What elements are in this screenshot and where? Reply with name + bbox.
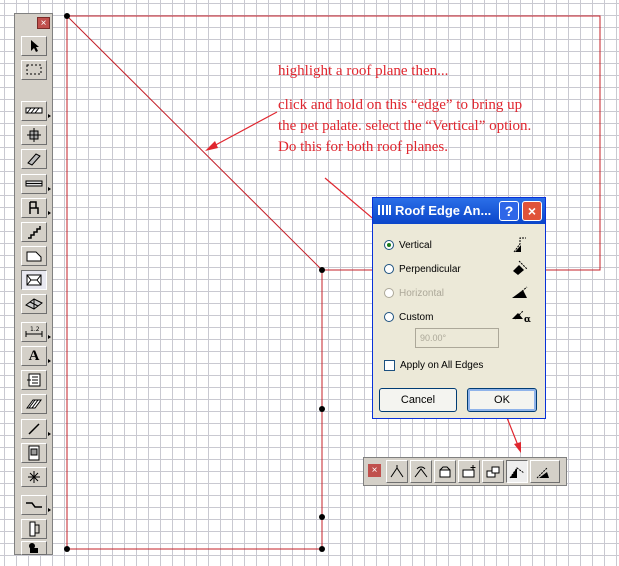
apply-all-edges-checkbox[interactable] <box>384 360 395 371</box>
camera-icon <box>29 543 38 553</box>
window-icon <box>25 180 43 187</box>
dimension-icon: 1.2 <box>25 326 43 337</box>
cancel-button[interactable]: Cancel <box>379 388 457 412</box>
custom-angle-icon: α <box>512 310 531 325</box>
option-perpendicular-label: Perpendicular <box>399 263 461 275</box>
label-tool-button[interactable] <box>21 370 47 390</box>
roof-icon <box>26 274 42 286</box>
roof-node[interactable] <box>319 514 325 520</box>
beam-icon <box>27 153 41 166</box>
door-tool-button[interactable] <box>21 519 47 539</box>
roof-node[interactable] <box>319 406 325 412</box>
polyline-icon <box>26 502 42 508</box>
option-custom-label: Custom <box>399 311 434 323</box>
vertical-edge-icon <box>513 237 526 253</box>
roof-node[interactable] <box>319 267 325 273</box>
line-tool-button[interactable] <box>21 419 51 439</box>
ok-button[interactable]: OK <box>467 388 537 412</box>
door-icon <box>29 521 40 537</box>
pet-curve-icon <box>536 467 549 478</box>
polyline-tool-button[interactable] <box>21 495 51 515</box>
roof-node[interactable] <box>64 13 70 19</box>
pet-rotate-button[interactable] <box>410 460 432 483</box>
slab-icon <box>26 251 42 262</box>
marquee-tool-button[interactable] <box>21 60 47 80</box>
roof-node[interactable] <box>64 546 70 552</box>
hotspot-icon <box>28 471 40 483</box>
object-tool-button[interactable] <box>21 198 51 218</box>
beam-tool-button[interactable] <box>21 149 47 169</box>
mesh-tool-button[interactable] <box>21 294 47 314</box>
annotation-arrow-to-edge <box>205 111 278 151</box>
text-icon: A <box>28 347 40 364</box>
label-icon <box>27 373 41 387</box>
roof-edge-angle-dialog: Roof Edge An... ? × Vertical Perpendicul… <box>372 197 546 419</box>
pet-curve-button[interactable] <box>530 460 560 483</box>
camera-tool-button[interactable] <box>21 541 47 555</box>
toolbox-palette: × 1.2 A <box>14 13 53 555</box>
pet-stretch-button[interactable] <box>386 460 408 483</box>
radio-vertical[interactable] <box>384 240 394 250</box>
pet-edge-angle-icon <box>509 466 525 478</box>
svg-text:1.2: 1.2 <box>30 326 40 333</box>
picture-tool-button[interactable] <box>21 443 47 463</box>
option-horizontal: Horizontal <box>384 285 444 301</box>
pet-edge-angle-button[interactable] <box>506 460 528 483</box>
wall-tool-button[interactable] <box>21 101 51 121</box>
close-button[interactable]: × <box>522 201 542 221</box>
line-icon <box>28 423 40 435</box>
pet-add-node-button[interactable] <box>458 460 480 483</box>
pet-offset-button[interactable] <box>434 460 456 483</box>
toolbox-close-button[interactable]: × <box>37 17 50 29</box>
picture-icon <box>28 445 40 461</box>
apply-all-edges-option[interactable]: Apply on All Edges <box>384 360 483 371</box>
option-custom[interactable]: Custom <box>384 309 433 325</box>
pet-subtract-icon <box>486 466 500 477</box>
text-tool-button[interactable]: A <box>21 346 51 366</box>
dialog-title: Roof Edge An... <box>395 203 492 218</box>
fill-tool-button[interactable] <box>21 394 47 414</box>
perpendicular-edge-icon <box>513 260 528 275</box>
horizontal-edge-icon <box>512 286 528 298</box>
app-logo-icon <box>378 205 391 215</box>
annotation-step-1: highlight a roof plane then... <box>278 63 449 79</box>
annotation-step-2: click and hold on this “edge” to bring u… <box>278 97 532 155</box>
arrow-icon <box>31 40 39 52</box>
hotspot-tool-button[interactable] <box>21 467 47 487</box>
pet-add-node-icon <box>462 464 476 477</box>
option-vertical-label: Vertical <box>399 239 432 251</box>
mesh-icon <box>25 298 43 310</box>
chair-icon <box>29 201 39 214</box>
stair-icon <box>28 226 41 239</box>
radio-horizontal <box>384 288 394 298</box>
option-horizontal-label: Horizontal <box>399 287 445 299</box>
pet-palette-close-button[interactable]: × <box>368 464 381 477</box>
wall-icon <box>25 107 43 114</box>
help-button[interactable]: ? <box>499 201 519 221</box>
slab-tool-button[interactable] <box>21 246 47 266</box>
option-perpendicular[interactable]: Perpendicular <box>384 261 461 277</box>
pet-offset-icon <box>439 466 451 477</box>
pet-stretch-icon <box>390 464 404 477</box>
custom-angle-input: 90.00° <box>415 328 499 348</box>
column-icon <box>27 128 41 142</box>
apply-all-edges-label: Apply on All Edges <box>400 360 484 371</box>
roof-tool-button[interactable] <box>21 270 47 290</box>
radio-custom[interactable] <box>384 312 394 322</box>
dialog-title-bar[interactable]: Roof Edge An... ? × <box>373 198 545 224</box>
pet-subtract-button[interactable] <box>482 460 504 483</box>
roof-node[interactable] <box>319 546 325 552</box>
pet-rotate-icon <box>414 466 428 477</box>
radio-perpendicular[interactable] <box>384 264 394 274</box>
column-tool-button[interactable] <box>21 125 47 145</box>
fill-icon <box>26 399 42 409</box>
pet-palette: × <box>363 457 567 486</box>
stair-tool-button[interactable] <box>21 222 47 242</box>
marquee-icon <box>26 64 42 75</box>
dimension-tool-button[interactable]: 1.2 <box>21 322 51 342</box>
arrow-tool-button[interactable] <box>21 36 47 56</box>
window-tool-button[interactable] <box>21 174 51 194</box>
svg-text:α: α <box>524 315 531 325</box>
option-vertical[interactable]: Vertical <box>384 237 432 253</box>
